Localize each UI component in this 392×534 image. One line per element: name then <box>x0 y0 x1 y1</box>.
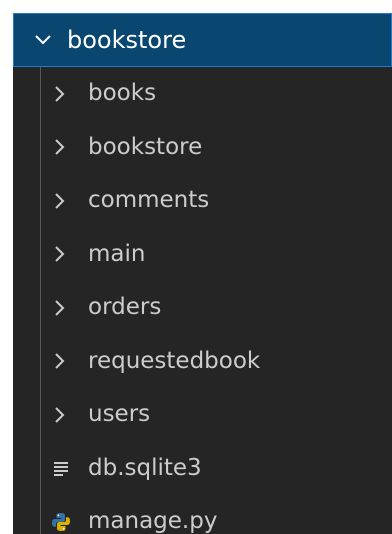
chevron-right-icon[interactable] <box>51 335 69 389</box>
tree-item-manage-py[interactable]: manage.py <box>13 495 392 534</box>
tree-item-label: db.sqlite3 <box>88 454 202 481</box>
tree-item-label: bookstore <box>88 133 203 160</box>
chevron-down-icon[interactable] <box>33 14 53 66</box>
python-icon <box>51 495 71 534</box>
chevron-right-icon[interactable] <box>51 67 69 121</box>
text-lines-icon <box>51 442 71 496</box>
tree-item-db-sqlite3[interactable]: db.sqlite3 <box>13 442 392 496</box>
tree-item-label: books <box>88 80 157 106</box>
tree-children: books bookstore comments main orders req… <box>13 67 392 534</box>
file-explorer: bookstore books bookstore comments main … <box>13 13 392 534</box>
chevron-right-icon[interactable] <box>51 281 69 335</box>
chevron-right-icon[interactable] <box>51 228 69 282</box>
tree-item-orders[interactable]: orders <box>13 281 392 335</box>
tree-item-books[interactable]: books <box>13 67 392 121</box>
tree-item-bookstore[interactable]: bookstore <box>13 121 392 175</box>
tree-root-bookstore[interactable]: bookstore <box>13 13 392 67</box>
chevron-right-icon[interactable] <box>51 121 69 175</box>
tree-item-label: manage.py <box>88 508 218 534</box>
tree-item-label: users <box>88 401 151 427</box>
tree-item-main[interactable]: main <box>13 228 392 282</box>
tree-item-label: comments <box>88 187 210 213</box>
chevron-right-icon[interactable] <box>51 174 69 228</box>
tree-item-label: requestedbook <box>88 347 261 374</box>
chevron-right-icon[interactable] <box>51 388 69 442</box>
tree-item-users[interactable]: users <box>13 388 392 442</box>
tree-item-label: main <box>88 240 146 267</box>
tree-item-requestedbook[interactable]: requestedbook <box>13 335 392 389</box>
tree-root-label: bookstore <box>67 26 187 54</box>
tree-item-label: orders <box>88 294 162 320</box>
tree-item-comments[interactable]: comments <box>13 174 392 228</box>
